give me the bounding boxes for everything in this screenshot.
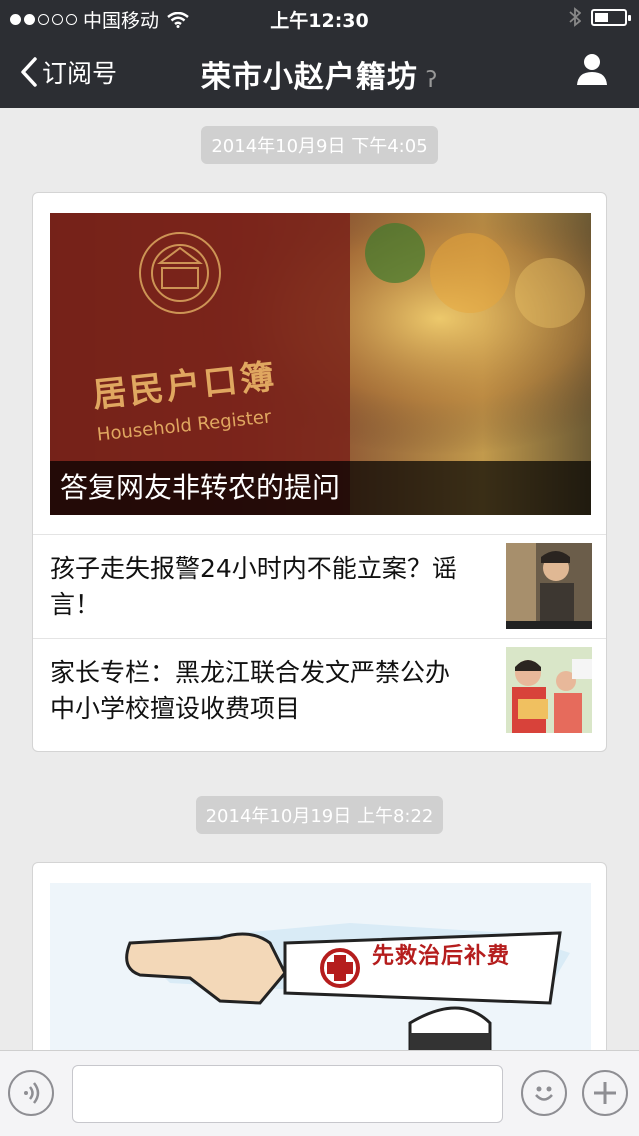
voice-button[interactable] xyxy=(8,1070,54,1116)
timestamp: 2014年10月9日 下午4:05 xyxy=(0,126,639,164)
status-time: 上午12:30 xyxy=(270,10,369,32)
ear-icon: ʔ xyxy=(425,68,439,93)
status-bar: 中国移动 上午12:30 xyxy=(0,0,639,36)
profile-button[interactable] xyxy=(575,52,609,90)
title-text: 荣市小赵户籍坊 xyxy=(200,60,418,95)
header: 中国移动 上午12:30 订阅号 荣市小赵户籍坊 ʔ xyxy=(0,0,639,108)
cover-title: 答复网友非转农的提问 xyxy=(50,461,591,515)
input-bar xyxy=(0,1050,639,1136)
timestamp-label: 2014年10月9日 下午4:05 xyxy=(201,126,438,164)
status-right xyxy=(569,7,631,27)
article-thumbnail xyxy=(506,647,592,733)
article-title: 孩子走失报警24小时内不能立案？谣言！ xyxy=(50,554,457,619)
students-photo-image xyxy=(506,647,592,733)
nav-bar: 订阅号 荣市小赵户籍坊 ʔ xyxy=(0,36,639,108)
article-card[interactable]: 居民户口簿 Household Register 答复网友非转农的提问 孩子走失… xyxy=(32,192,607,752)
cover-image[interactable]: 居民户口簿 Household Register 答复网友非转农的提问 xyxy=(50,213,591,515)
emoji-icon xyxy=(535,1086,553,1101)
article-title: 家长专栏：黑龙江联合发文严禁公办中小学校擅设收费项目 xyxy=(50,658,451,723)
bluetooth-icon xyxy=(569,7,581,27)
child-photo-image xyxy=(506,543,592,629)
emoji-button[interactable] xyxy=(521,1070,567,1116)
plus-icon xyxy=(594,1082,616,1104)
message-input[interactable] xyxy=(72,1065,503,1123)
battery-icon xyxy=(591,8,631,26)
list-item[interactable]: 家长专栏：黑龙江联合发文严禁公办中小学校擅设收费项目 xyxy=(33,638,606,743)
person-icon xyxy=(577,54,607,85)
timestamp-label: 2014年10月19日 上午8:22 xyxy=(195,796,444,834)
article-thumbnail xyxy=(506,543,592,629)
cover-image-text: 先救治后补费 xyxy=(372,944,511,969)
voice-icon xyxy=(24,1082,40,1104)
page-title: 荣市小赵户籍坊 ʔ xyxy=(0,52,639,96)
more-button[interactable] xyxy=(582,1070,628,1116)
list-item[interactable]: 孩子走失报警24小时内不能立案？谣言！ xyxy=(33,534,606,639)
timestamp: 2014年10月19日 上午8:22 xyxy=(0,796,639,834)
